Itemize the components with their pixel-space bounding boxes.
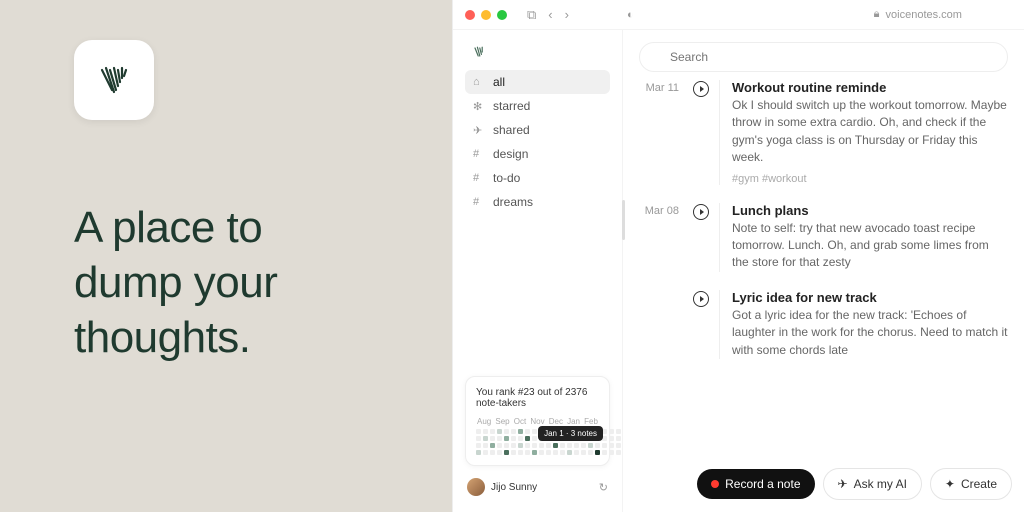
app-icon: [74, 40, 154, 120]
note-body: Got a lyric idea for the new track: 'Ech…: [732, 307, 1008, 359]
shield-icon[interactable]: ◐: [627, 9, 634, 21]
heatmap-tooltip: Jan 1 · 3 notes: [538, 426, 603, 441]
rank-title: You rank #23 out of 2376 note-takers: [476, 387, 599, 409]
app-window: ⧉ ‹ › ◐ 🔒︎ voicenotes.com ⌂ all ✻ starred ✈…: [452, 0, 1024, 512]
sidebar-item-label: dreams: [493, 195, 533, 209]
minimize-window-icon[interactable]: [481, 10, 491, 20]
record-label: Record a note: [725, 477, 800, 491]
titlebar-nav: ⧉ ‹ ›: [527, 7, 569, 23]
note-body: Ok I should switch up the workout tomorr…: [732, 97, 1008, 167]
create-label: Create: [961, 477, 997, 491]
note-date: Mar 11: [639, 80, 679, 185]
note-title: Lunch plans: [732, 203, 1008, 218]
sidebar-item-label: to-do: [493, 171, 520, 185]
hero-tagline: A place to dump your thoughts.: [74, 200, 378, 365]
note-tags[interactable]: #gym #workout: [732, 173, 1008, 185]
forward-icon[interactable]: ›: [565, 7, 569, 23]
note-title: Workout routine reminde: [732, 80, 1008, 95]
sidebar-logo-icon: [471, 44, 487, 60]
sidebar-item-starred[interactable]: ✻ starred: [465, 94, 610, 118]
lock-icon: 🔒︎: [874, 8, 880, 21]
send-icon: ✈: [838, 477, 848, 491]
hero-panel: A place to dump your thoughts.: [0, 0, 452, 512]
sidebar: ⌂ all ✻ starred ✈ shared # design # to-do # dr…: [453, 30, 623, 512]
sidebar-item-design[interactable]: # design: [465, 142, 610, 166]
sidebar-toggle-icon[interactable]: ⧉: [527, 7, 536, 23]
play-icon[interactable]: [693, 204, 709, 220]
traffic-lights[interactable]: [465, 10, 507, 20]
sidebar-item-dreams[interactable]: # dreams: [465, 190, 610, 214]
note-title: Lyric idea for new track: [732, 290, 1008, 305]
hash-icon: #: [473, 148, 485, 160]
note-row[interactable]: Mar 11 Workout routine reminde Ok I shou…: [639, 80, 1008, 185]
note-body: Note to self: try that new avocado toast…: [732, 220, 1008, 272]
sidebar-item-shared[interactable]: ✈ shared: [465, 118, 610, 142]
sidebar-item-todo[interactable]: # to-do: [465, 166, 610, 190]
record-dot-icon: [711, 480, 719, 488]
create-button[interactable]: ✦ Create: [930, 468, 1012, 500]
ask-label: Ask my AI: [854, 477, 907, 491]
notes-list: Mar 11 Workout routine reminde Ok I shou…: [623, 80, 1024, 377]
note-row[interactable]: · Lyric idea for new track Got a lyric i…: [639, 290, 1008, 359]
user-row[interactable]: Jijo Sunny ↻: [465, 474, 610, 500]
search-input[interactable]: [639, 42, 1008, 72]
rank-card: You rank #23 out of 2376 note-takers Aug…: [465, 376, 610, 466]
sidebar-item-label: all: [493, 75, 505, 89]
resize-handle[interactable]: [622, 200, 625, 240]
bottom-action-bar: Record a note ✈ Ask my AI ✦ Create: [697, 468, 1012, 500]
username: Jijo Sunny: [491, 482, 593, 493]
main-content: 🔍︎ Mar 11 Workout routine reminde Ok I s…: [623, 30, 1024, 512]
hash-icon: #: [473, 196, 485, 208]
sidebar-item-label: shared: [493, 123, 530, 137]
hash-icon: #: [473, 172, 485, 184]
url-text: voicenotes.com: [886, 9, 962, 21]
heatmap-months: AugSepOctNovDecJanFeb: [476, 417, 599, 426]
search-bar: 🔍︎: [639, 42, 1008, 72]
sidebar-item-label: design: [493, 147, 528, 161]
sidebar-item-label: starred: [493, 99, 530, 113]
close-window-icon[interactable]: [465, 10, 475, 20]
avatar: [467, 478, 485, 496]
home-icon: ⌂: [473, 76, 485, 88]
sparkle-icon: ✦: [945, 477, 955, 491]
send-icon: ✈: [473, 124, 485, 137]
voicenotes-logo-icon: [94, 60, 134, 100]
sidebar-item-all[interactable]: ⌂ all: [465, 70, 610, 94]
maximize-window-icon[interactable]: [497, 10, 507, 20]
record-button[interactable]: Record a note: [697, 469, 814, 499]
back-icon[interactable]: ‹: [548, 7, 552, 23]
ask-ai-button[interactable]: ✈ Ask my AI: [823, 468, 922, 500]
history-icon[interactable]: ↻: [599, 481, 608, 494]
note-row[interactable]: Mar 08 Lunch plans Note to self: try tha…: [639, 203, 1008, 272]
star-icon: ✻: [473, 100, 485, 113]
note-date: Mar 08: [639, 203, 679, 272]
play-icon[interactable]: [693, 291, 709, 307]
window-titlebar: ⧉ ‹ › ◐ 🔒︎ voicenotes.com: [453, 0, 1024, 30]
play-icon[interactable]: [693, 81, 709, 97]
